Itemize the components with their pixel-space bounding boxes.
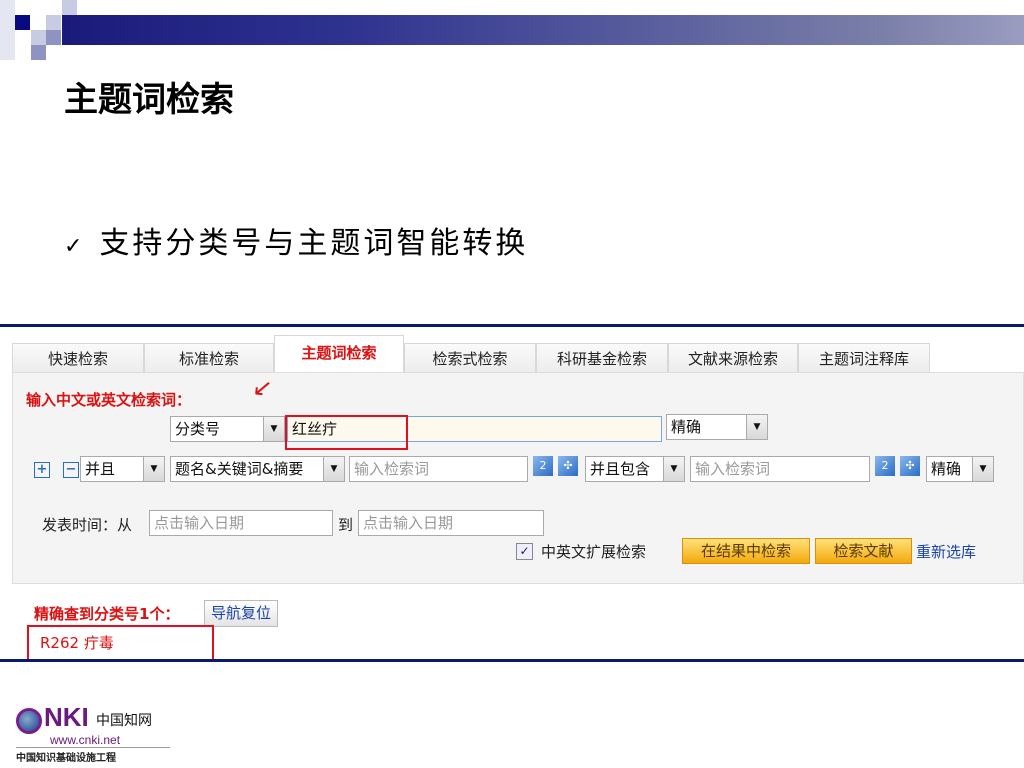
term-input-1[interactable]: 输入检索词 (349, 456, 528, 482)
divider-top (0, 324, 1024, 327)
field-select[interactable]: 分类号 ▼ (170, 416, 285, 442)
contain-value: 并且包含 (590, 460, 651, 478)
reselect-link[interactable]: 重新选库 (916, 541, 976, 562)
field2-select[interactable]: 题名&关键词&摘要 ▼ (170, 456, 345, 482)
chevron-down-icon: ▼ (663, 457, 684, 481)
chevron-down-icon: ▼ (972, 457, 993, 481)
date-from-input[interactable]: 点击输入日期 (149, 510, 333, 536)
tab-fund-search[interactable]: 科研基金检索 (536, 343, 668, 373)
match-select[interactable]: 精确 ▼ (666, 414, 768, 440)
logic-select[interactable]: 并且 ▼ (80, 456, 165, 482)
input-prompt: 输入中文或英文检索词： (26, 391, 192, 409)
tab-quick-search[interactable]: 快速检索 (12, 343, 144, 373)
slide-title: 主题词检索 (64, 80, 234, 120)
search-docs-button[interactable]: 检索文献 (815, 538, 912, 564)
bullet-text: 支持分类号与主题词智能转换 (99, 226, 529, 261)
word-frequency-icon[interactable]: 2 (875, 456, 895, 476)
divider-bottom (0, 659, 1024, 662)
field2-value: 题名&关键词&摘要 (175, 460, 304, 478)
search-tabs: 快速检索 标准检索 主题词检索 检索式检索 科研基金检索 文献来源检索 主题词注… (12, 335, 930, 373)
match2-value: 精确 (931, 460, 962, 478)
word-frequency-icon[interactable]: 2 (533, 456, 553, 476)
checkmark-icon: ✓ (64, 234, 86, 259)
header-decoration (0, 0, 1024, 60)
tab-expression-search[interactable]: 检索式检索 (404, 343, 536, 373)
date-label: 发表时间：从 (42, 516, 133, 534)
tab-subject-annotation[interactable]: 主题词注释库 (798, 343, 930, 373)
tab-subject-search[interactable]: 主题词检索 (274, 335, 404, 372)
logic-value: 并且 (85, 460, 116, 478)
bullet-point: ✓ 支持分类号与主题词智能转换 (64, 218, 528, 262)
result-item-link[interactable]: R262 疔毒 (40, 632, 114, 653)
date-to-label: 到 (338, 516, 354, 534)
nav-reset-button[interactable]: 导航复位 (204, 600, 279, 627)
logo-mark: NKI (44, 702, 89, 732)
term-input-2[interactable]: 输入检索词 (690, 456, 870, 482)
logo-cn: 中国知网 (96, 713, 152, 729)
expand-label: 中英文扩展检索 (541, 543, 647, 561)
chevron-down-icon: ▼ (323, 457, 344, 481)
highlight-box (285, 415, 408, 450)
chevron-down-icon: ▼ (746, 415, 767, 439)
match-select-value: 精确 (671, 418, 702, 436)
logo-url: www.cnki.net (50, 733, 121, 747)
expand-checkbox[interactable]: ✓ (516, 543, 533, 560)
cnki-logo: NKI 中国知网 www.cnki.net 中国知识基础设施工程 (16, 702, 176, 764)
globe-icon (16, 708, 42, 734)
chevron-down-icon: ▼ (143, 457, 164, 481)
tab-source-search[interactable]: 文献来源检索 (668, 343, 798, 373)
related-words-icon[interactable]: ✣ (558, 456, 578, 476)
match2-select[interactable]: 精确 ▼ (926, 456, 994, 482)
field-select-value: 分类号 (175, 420, 221, 438)
tab-standard-search[interactable]: 标准检索 (144, 343, 274, 373)
chevron-down-icon: ▼ (263, 417, 284, 441)
related-words-icon[interactable]: ✣ (900, 456, 920, 476)
add-row-icon[interactable]: + (34, 462, 50, 478)
contain-select[interactable]: 并且包含 ▼ (585, 456, 685, 482)
remove-row-icon[interactable]: − (63, 462, 79, 478)
result-summary: 精确查到分类号1个： (34, 605, 180, 623)
date-to-input[interactable]: 点击输入日期 (358, 510, 544, 536)
search-in-results-button[interactable]: 在结果中检索 (682, 538, 810, 564)
logo-tagline: 中国知识基础设施工程 (16, 753, 116, 764)
